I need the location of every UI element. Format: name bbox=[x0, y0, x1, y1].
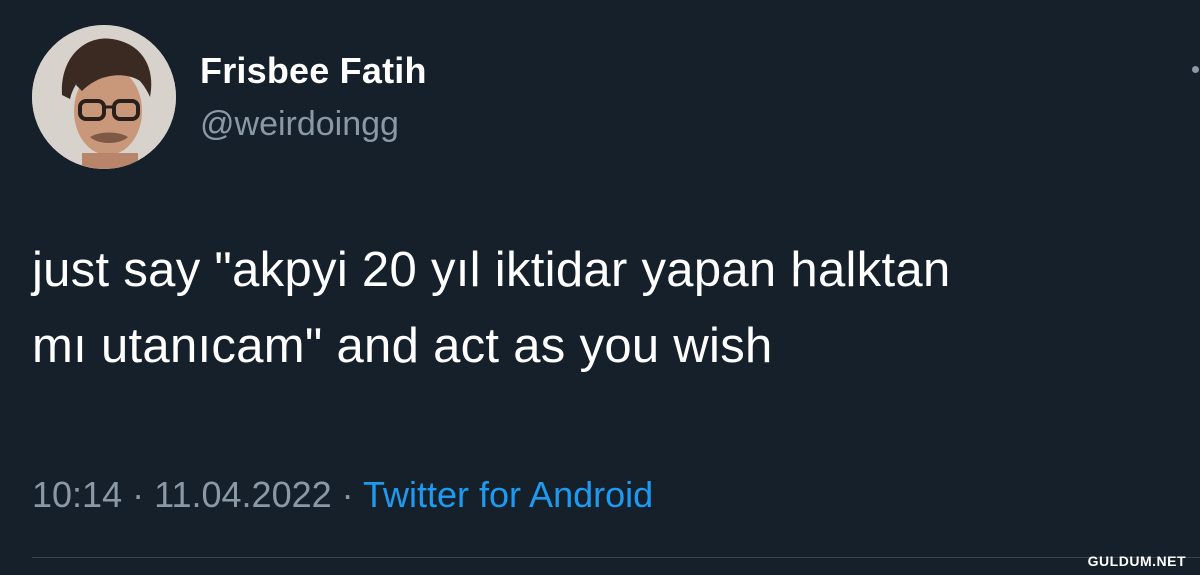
tweet-text: just say "akpyi 20 yıl iktidar yapan hal… bbox=[32, 232, 1192, 384]
avatar-photo-icon bbox=[32, 25, 176, 169]
tweet-text-line: mı utanıcam" and act as you wish bbox=[32, 319, 773, 373]
meta-separator: · bbox=[341, 474, 354, 515]
site-watermark: GULDUM.NET bbox=[1087, 553, 1186, 569]
more-options-icon[interactable] bbox=[1192, 66, 1199, 73]
author-display-name[interactable]: Frisbee Fatih bbox=[200, 50, 427, 92]
tweet-date[interactable]: 11.04.2022 bbox=[154, 474, 332, 515]
tweet-source-link[interactable]: Twitter for Android bbox=[363, 474, 653, 515]
author-handle[interactable]: @weirdoingg bbox=[200, 105, 399, 144]
meta-separator: · bbox=[132, 474, 145, 515]
tweet-card: Frisbee Fatih @weirdoingg just say "akpy… bbox=[0, 0, 1200, 575]
avatar[interactable] bbox=[32, 25, 176, 169]
tweet-time[interactable]: 10:14 bbox=[32, 474, 122, 515]
divider bbox=[32, 557, 1200, 558]
tweet-meta: 10:14 · 11.04.2022 · Twitter for Android bbox=[32, 474, 653, 516]
tweet-text-line: just say "akpyi 20 yıl iktidar yapan hal… bbox=[32, 243, 951, 297]
